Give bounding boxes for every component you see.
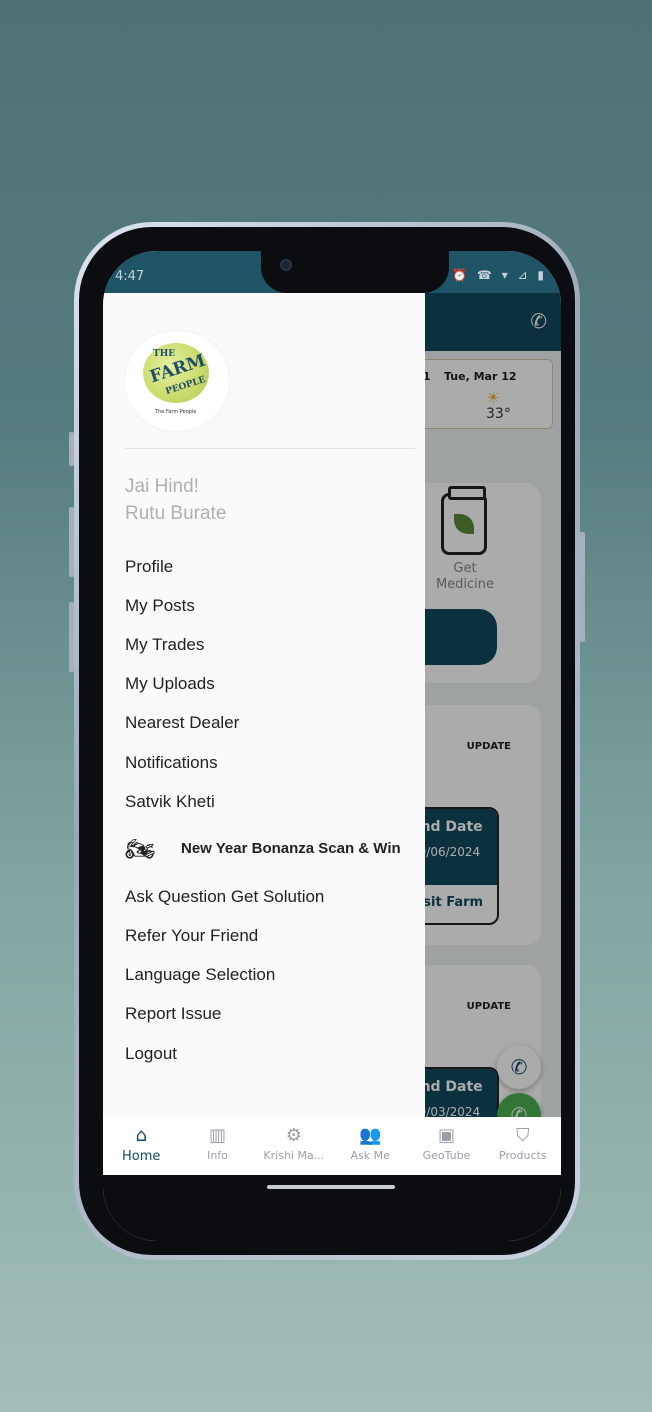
notch — [261, 251, 449, 293]
nav-info[interactable]: ▥ Info — [179, 1117, 255, 1175]
menu-item-ask-question[interactable]: Ask Question Get Solution — [125, 877, 415, 916]
nav-products[interactable]: ⛉ Products — [485, 1117, 561, 1175]
nav-home[interactable]: ⌂ Home — [103, 1117, 179, 1175]
menu-item-my-posts[interactable]: My Posts — [125, 586, 415, 625]
menu-item-report-issue[interactable]: Report Issue — [125, 995, 415, 1034]
menu-item-language[interactable]: Language Selection — [125, 956, 415, 995]
chart-icon: ▥ — [208, 1125, 226, 1146]
home-indicator-area — [103, 1175, 561, 1241]
menu-item-logout[interactable]: Logout — [125, 1034, 415, 1073]
menu-item-refer-friend[interactable]: Refer Your Friend — [125, 917, 415, 956]
divider — [125, 448, 415, 449]
user-name: Rutu Burate — [125, 503, 227, 524]
motorcycle-icon: 🏍 — [125, 835, 156, 863]
power-button — [580, 532, 585, 642]
volume-down-button — [69, 602, 74, 672]
volume-up-button — [69, 507, 74, 577]
user-greeting: Jai Hind! Rutu Burate — [125, 473, 226, 527]
tractor-icon: ⚙ — [285, 1125, 302, 1146]
bonanza-label: New Year Bonanza Scan & Win — [181, 840, 401, 858]
greeting-text: Jai Hind! — [125, 476, 199, 497]
menu-item-bonanza[interactable]: 🏍 New Year Bonanza Scan & Win — [125, 821, 415, 877]
drawer-menu: Profile My Posts My Trades My Uploads Ne… — [125, 547, 415, 1073]
nav-ask-me[interactable]: 👥 Ask Me — [332, 1117, 408, 1175]
people-icon: 👥 — [358, 1125, 382, 1146]
bottom-nav: ⌂ Home ▥ Info ⚙ Krishi Ma... 👥 Ask Me ▣ — [103, 1117, 561, 1175]
camera — [280, 259, 292, 271]
status-time: 4:47 — [115, 269, 145, 284]
screen: 4:47 ⏰ ☎ ▾ ⊿ ▮ ✆ r 11 Tue, Mar 12 ☀ 33° … — [103, 251, 561, 1241]
navigation-drawer: THE FARM PEOPLE The Farm People Jai Hind… — [103, 293, 425, 1117]
brand-logo: THE FARM PEOPLE The Farm People — [125, 331, 229, 431]
phone-frame: 4:47 ⏰ ☎ ▾ ⊿ ▮ ✆ r 11 Tue, Mar 12 ☀ 33° … — [69, 222, 585, 1260]
menu-item-nearest-dealer[interactable]: Nearest Dealer — [125, 704, 415, 743]
home-indicator[interactable] — [267, 1185, 395, 1189]
bezel: 4:47 ⏰ ☎ ▾ ⊿ ▮ ✆ r 11 Tue, Mar 12 ☀ 33° … — [79, 227, 575, 1255]
menu-item-satvik-kheti[interactable]: Satvik Kheti — [125, 782, 415, 821]
status-icons: ⏰ ☎ ▾ ⊿ ▮ — [452, 268, 547, 282]
home-icon: ⌂ — [135, 1125, 147, 1146]
bag-icon: ⛉ — [516, 1125, 530, 1146]
video-icon: ▣ — [437, 1125, 455, 1146]
menu-item-notifications[interactable]: Notifications — [125, 743, 415, 782]
menu-item-profile[interactable]: Profile — [125, 547, 415, 586]
nav-krishi-market[interactable]: ⚙ Krishi Ma... — [256, 1117, 332, 1175]
mute-switch — [69, 432, 74, 466]
nav-geotube[interactable]: ▣ GeoTube — [408, 1117, 484, 1175]
menu-item-my-trades[interactable]: My Trades — [125, 625, 415, 664]
menu-item-my-uploads[interactable]: My Uploads — [125, 665, 415, 704]
